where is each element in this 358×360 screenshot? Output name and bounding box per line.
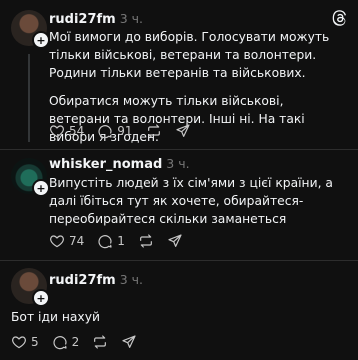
like-count: 74 bbox=[69, 234, 85, 248]
username[interactable]: rudi27fm bbox=[49, 12, 116, 27]
post-header: rudi27fm 3 ч. bbox=[49, 272, 143, 288]
comment-icon bbox=[98, 235, 112, 249]
like-button[interactable]: 5 bbox=[11, 334, 39, 350]
post-text: Бот іди нахуй bbox=[11, 308, 344, 326]
post-text: Випустіть людей з їх сім'ями з цієї краї… bbox=[49, 174, 344, 228]
post-divider bbox=[0, 149, 358, 150]
share-button[interactable] bbox=[121, 334, 137, 350]
timestamp: 3 ч. bbox=[119, 272, 144, 287]
reply-button[interactable]: 2 bbox=[52, 334, 80, 350]
comment-icon bbox=[98, 125, 112, 139]
heart-icon bbox=[50, 235, 64, 248]
share-button[interactable] bbox=[167, 233, 183, 249]
heart-icon bbox=[12, 336, 26, 349]
action-bar: 5 2 bbox=[11, 333, 150, 351]
like-count: 5 bbox=[31, 335, 39, 349]
reply-button[interactable]: 1 bbox=[97, 233, 125, 249]
post-divider bbox=[0, 260, 358, 261]
post-header: rudi27fm 3 ч. bbox=[49, 11, 143, 27]
timestamp: 3 ч. bbox=[166, 156, 190, 171]
action-bar: 74 1 bbox=[49, 232, 196, 250]
thread-line bbox=[28, 54, 30, 142]
repost-icon bbox=[139, 234, 152, 248]
post-paragraph: Мої вимоги до виборів. Голосувати можуть… bbox=[49, 30, 330, 80]
repost-icon bbox=[147, 124, 160, 138]
repost-icon bbox=[94, 335, 107, 349]
repost-button[interactable] bbox=[138, 233, 154, 249]
timestamp: 3 ч. bbox=[119, 11, 144, 26]
repost-button[interactable] bbox=[146, 123, 162, 139]
heart-icon bbox=[50, 125, 64, 138]
username[interactable]: rudi27fm bbox=[49, 273, 116, 288]
share-icon bbox=[175, 124, 190, 137]
repost-button[interactable] bbox=[92, 334, 108, 350]
reply-button[interactable]: 91 bbox=[97, 123, 133, 139]
share-button[interactable] bbox=[175, 123, 191, 139]
post-header: whisker_nomad 3 ч. bbox=[49, 156, 190, 172]
reply-count: 91 bbox=[117, 124, 133, 138]
plus-icon[interactable]: + bbox=[32, 31, 50, 49]
post-paragraph: Випустіть людей з їх сім'ями з цієї краї… bbox=[49, 176, 333, 226]
threads-logo-icon[interactable] bbox=[332, 10, 348, 26]
share-icon bbox=[122, 335, 136, 348]
plus-icon[interactable]: + bbox=[32, 179, 50, 197]
avatar[interactable]: + bbox=[11, 268, 50, 307]
comment-icon bbox=[53, 336, 67, 350]
like-button[interactable]: 74 bbox=[49, 233, 84, 249]
plus-icon[interactable]: + bbox=[32, 289, 50, 307]
like-count: 54 bbox=[69, 124, 85, 138]
share-icon bbox=[168, 234, 182, 247]
action-bar: 54 91 bbox=[49, 122, 204, 140]
like-button[interactable]: 54 bbox=[49, 123, 84, 139]
post-paragraph: Бот іди нахуй bbox=[11, 310, 100, 324]
avatar[interactable]: + bbox=[11, 158, 50, 197]
reply-count: 2 bbox=[71, 335, 80, 349]
username[interactable]: whisker_nomad bbox=[49, 157, 162, 172]
avatar[interactable]: + bbox=[11, 10, 50, 49]
reply-count: 1 bbox=[117, 234, 125, 248]
